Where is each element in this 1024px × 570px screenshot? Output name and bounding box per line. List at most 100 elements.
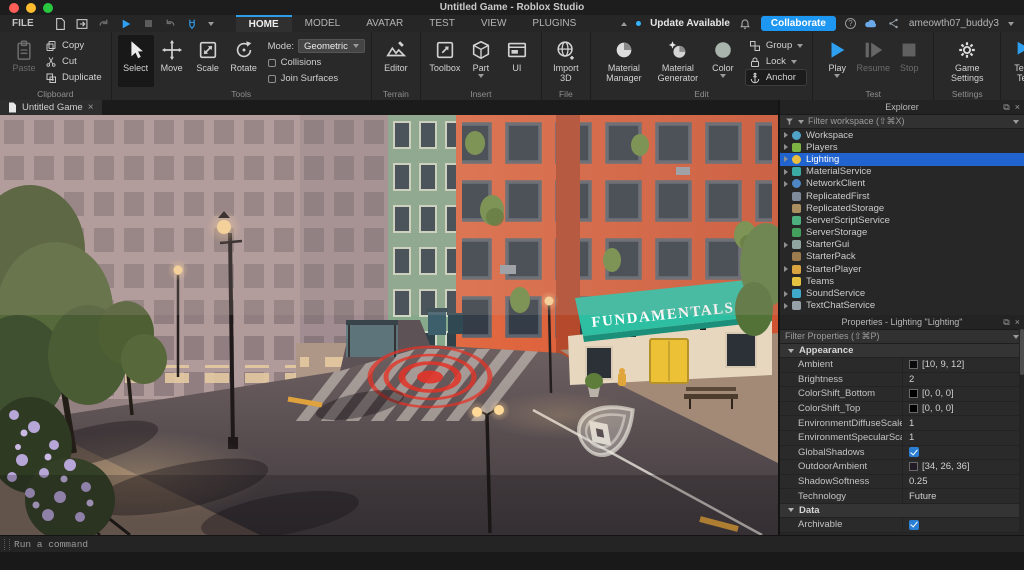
checkbox-checked-icon[interactable] (909, 447, 919, 457)
move-tool-button[interactable]: Move (154, 35, 190, 87)
group-button[interactable]: Group (746, 38, 806, 53)
toolbox-button[interactable]: Toolbox (427, 35, 463, 87)
color-swatch[interactable] (909, 360, 918, 369)
property-row-colorshift-bottom[interactable]: ColorShift_Bottom [0, 0, 0] (780, 387, 1024, 402)
property-row-outdoorambient[interactable]: OutdoorAmbient [34, 26, 36] (780, 460, 1024, 475)
expand-arrow-icon[interactable] (784, 132, 788, 138)
section-appearance[interactable]: Appearance (780, 344, 1024, 358)
expand-arrow-icon[interactable] (784, 181, 788, 187)
tab-test[interactable]: TEST (416, 15, 468, 32)
stop-button[interactable]: Stop (891, 35, 927, 87)
resume-button[interactable]: Resume (855, 35, 891, 87)
file-menu[interactable]: FILE (0, 15, 46, 32)
explorer-item-workspace[interactable]: Workspace (780, 129, 1024, 141)
anchor-button[interactable]: Anchor (746, 70, 806, 85)
undo-icon[interactable] (164, 17, 177, 30)
expand-arrow-icon[interactable] (784, 242, 788, 248)
tab-model[interactable]: MODEL (292, 15, 354, 32)
cloud-sync-icon[interactable] (865, 17, 878, 30)
open-file-icon[interactable] (76, 17, 89, 30)
plugin-tool-icon[interactable] (186, 17, 199, 30)
properties-scrollbar[interactable] (1019, 315, 1024, 535)
close-panel-icon[interactable] (1015, 103, 1020, 112)
paste-button[interactable]: Paste (6, 35, 42, 87)
username-label[interactable]: ameowth07_buddy3 (909, 18, 999, 29)
explorer-item-lighting[interactable]: Lighting (780, 153, 1024, 165)
import-3d-button[interactable]: Import 3D (548, 35, 584, 87)
team-test-button[interactable]: Team Test (1007, 35, 1024, 87)
rotate-tool-button[interactable]: Rotate (226, 35, 262, 87)
select-tool-button[interactable]: Select (118, 35, 154, 87)
material-generator-button[interactable]: Material Generator (651, 35, 705, 87)
expand-arrow-icon[interactable] (784, 144, 788, 150)
explorer-item-textchatservice[interactable]: TextChatService (780, 300, 1024, 312)
lock-button[interactable]: Lock (746, 54, 806, 69)
new-file-icon[interactable] (54, 17, 67, 30)
collapse-ribbon-icon[interactable] (621, 22, 627, 26)
explorer-item-starterplayer[interactable]: StarterPlayer (780, 263, 1024, 275)
share-icon[interactable] (887, 17, 900, 30)
property-row-environmentdiffusescale[interactable]: EnvironmentDiffuseScale 1 (780, 416, 1024, 431)
collaborate-button[interactable]: Collaborate (761, 16, 836, 31)
redo-icon[interactable] (98, 17, 111, 30)
property-row-environmentspecularscale[interactable]: EnvironmentSpecularScale 1 (780, 431, 1024, 446)
drag-handle-icon[interactable] (4, 539, 10, 550)
property-row-technology[interactable]: Technology Future (780, 489, 1024, 504)
explorer-item-startergui[interactable]: StarterGui (780, 239, 1024, 251)
close-tab-icon[interactable] (88, 102, 94, 113)
part-button[interactable]: Part (463, 35, 499, 87)
color-swatch[interactable] (909, 389, 918, 398)
expand-arrow-icon[interactable] (784, 266, 788, 272)
material-manager-button[interactable]: Material Manager (597, 35, 651, 87)
explorer-item-teams[interactable]: Teams (780, 275, 1024, 287)
tab-view[interactable]: VIEW (468, 15, 520, 32)
tab-avatar[interactable]: AVATAR (353, 15, 416, 32)
copy-button[interactable]: Copy (42, 38, 105, 53)
expand-arrow-icon[interactable] (784, 169, 788, 175)
checkbox-checked-icon[interactable] (909, 520, 919, 530)
doc-tab-untitled-game[interactable]: Untitled Game (0, 100, 102, 115)
ui-button[interactable]: UI (499, 35, 535, 87)
tab-home[interactable]: HOME (236, 15, 292, 32)
update-available-label[interactable]: Update Available (650, 18, 730, 29)
float-panel-icon[interactable] (1003, 103, 1009, 112)
play-button[interactable]: Play (819, 35, 855, 87)
terrain-editor-button[interactable]: Editor (378, 35, 414, 87)
explorer-item-materialservice[interactable]: MaterialService (780, 166, 1024, 178)
explorer-item-players[interactable]: Players (780, 141, 1024, 153)
color-button[interactable]: Color (705, 35, 741, 87)
expand-arrow-icon[interactable] (784, 303, 788, 309)
collisions-checkbox[interactable]: Collisions (268, 55, 365, 70)
duplicate-button[interactable]: Duplicate (42, 70, 105, 85)
game-settings-button[interactable]: Game Settings (940, 35, 994, 87)
viewport-3d[interactable]: FUNDAMENTALS (0, 115, 778, 535)
explorer-item-starterpack[interactable]: StarterPack (780, 251, 1024, 263)
notifications-bell-icon[interactable] (739, 17, 752, 30)
properties-filter-input[interactable]: Filter Properties (⇧⌘P) (780, 330, 1024, 344)
color-swatch[interactable] (909, 404, 918, 413)
explorer-filter-input[interactable]: Filter workspace (⇧⌘X) (780, 115, 1024, 129)
property-row-ambient[interactable]: Ambient [10, 9, 12] (780, 358, 1024, 373)
command-input[interactable] (14, 539, 1024, 550)
tab-plugins[interactable]: PLUGINS (519, 15, 589, 32)
explorer-item-soundservice[interactable]: SoundService (780, 287, 1024, 299)
property-row-archivable[interactable]: Archivable (780, 518, 1024, 533)
help-icon[interactable] (845, 18, 856, 29)
color-swatch[interactable] (909, 462, 918, 471)
stop-quick-icon[interactable] (142, 17, 155, 30)
scale-tool-button[interactable]: Scale (190, 35, 226, 87)
play-quick-icon[interactable] (120, 17, 133, 30)
account-chevron-icon[interactable] (1008, 22, 1014, 26)
expand-arrow-icon[interactable] (784, 291, 788, 297)
cut-button[interactable]: Cut (42, 54, 105, 69)
section-data[interactable]: Data (780, 504, 1024, 518)
explorer-item-replicatedfirst[interactable]: ReplicatedFirst (780, 190, 1024, 202)
overflow-chevron-icon[interactable] (208, 22, 214, 26)
explorer-header[interactable]: Explorer (780, 100, 1024, 115)
mode-dropdown[interactable]: Geometric (298, 39, 365, 53)
property-row-globalshadows[interactable]: GlobalShadows (780, 446, 1024, 461)
explorer-item-networkclient[interactable]: NetworkClient (780, 178, 1024, 190)
property-row-brightness[interactable]: Brightness 2 (780, 373, 1024, 388)
explorer-item-serverscriptservice[interactable]: ServerScriptService (780, 214, 1024, 226)
float-panel-icon[interactable] (1003, 318, 1009, 327)
